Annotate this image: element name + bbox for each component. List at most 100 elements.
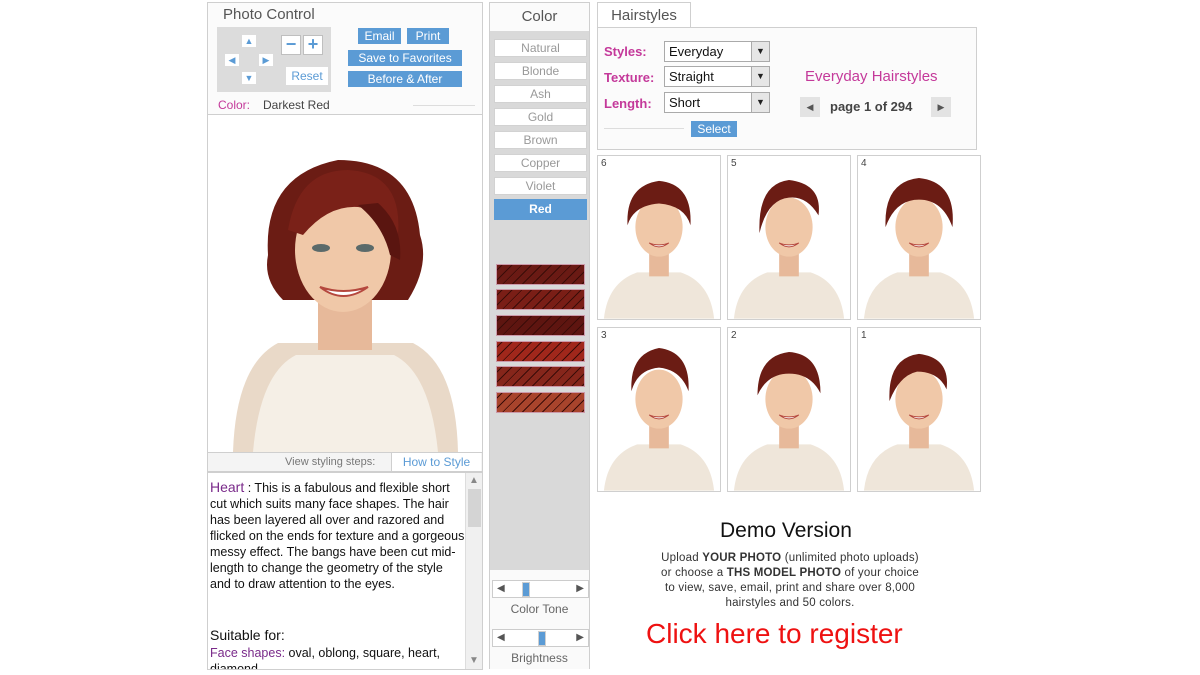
register-link[interactable]: Click here to register [646,618,903,650]
brightness-slider[interactable]: ◀ ▶ [492,629,589,647]
color-swatch[interactable] [496,264,585,285]
model-portrait-image [233,160,458,452]
scroll-down-icon[interactable]: ▼ [469,655,479,666]
color-option-natural[interactable]: Natural [494,39,587,57]
suitable-for-title: Suitable for: [210,627,285,643]
next-page-icon[interactable]: ▶ [931,97,951,117]
chevron-down-icon: ▼ [751,42,769,61]
styles-select-value: Everyday [669,44,724,59]
description-scrollbar[interactable]: ▲ ▼ [465,473,482,669]
hairstyle-thumbnail-image [733,179,845,319]
hairstyle-thumbnail[interactable]: 1 [857,327,981,492]
description-text: Heart : This is a fabulous and flexible … [210,479,465,592]
color-option-ash[interactable]: Ash [494,85,587,103]
color-swatch[interactable] [496,315,585,336]
color-swatch[interactable] [496,341,585,362]
color-tone-thumb[interactable] [521,582,530,597]
color-tone-label: Color Tone [510,602,569,616]
styling-steps-bar: View styling steps: How to Style [207,452,483,472]
demo-line1-post: (unlimited photo uploads) [781,552,919,564]
face-shapes-text: Face shapes: oval, oblong, square, heart… [210,645,465,669]
brightness-thumb[interactable] [537,631,546,646]
color-tone-slider[interactable]: ◀ ▶ [492,580,589,598]
photo-control-title: Photo Control [223,6,315,23]
divider [604,128,684,129]
hairstyle-thumbnail[interactable]: 4 [857,155,981,320]
hairstyle-thumbnail[interactable]: 5 [727,155,851,320]
main-model-photo[interactable] [207,115,483,452]
styles-select[interactable]: Everyday ▼ [664,41,770,62]
hairstyle-thumbnail-image [733,351,845,491]
demo-line2-pre: or choose a [661,567,727,579]
color-value: Darkest Red [263,98,330,112]
styling-steps-label: View styling steps: [285,456,376,468]
demo-line3: to view, save, email, print and share ov… [665,582,915,594]
demo-line1-pre: Upload [661,552,703,564]
color-option-blonde[interactable]: Blonde [494,62,587,80]
color-swatch[interactable] [496,289,585,310]
texture-label: Texture: [604,70,655,85]
face-shapes-label: Face shapes: [210,646,286,660]
before-after-button[interactable]: Before & After [348,71,462,87]
length-label: Length: [604,96,652,111]
previous-page-icon[interactable]: ◀ [800,97,820,117]
texture-select-value: Straight [669,69,714,84]
slider-left-icon[interactable]: ◀ [497,583,505,594]
hairstyles-filter-panel: Styles: Everyday ▼ Texture: Straight ▼ Len… [597,27,977,150]
length-select[interactable]: Short ▼ [664,92,770,113]
chevron-down-icon: ▼ [751,93,769,112]
slider-right-icon[interactable]: ▶ [576,583,584,594]
texture-select[interactable]: Straight ▼ [664,66,770,87]
style-description: Heart : This is a fabulous and flexible … [207,472,483,670]
hairstyle-thumbnail[interactable]: 6 [597,155,721,320]
color-panel-title: Color [490,3,589,31]
zoom-in-button[interactable]: + [303,35,323,55]
demo-line2-bold: THS MODEL PHOTO [726,567,842,579]
color-option-red[interactable]: Red [494,199,587,220]
brightness-label: Brightness [511,651,568,665]
hairstyle-thumbnail-image [863,353,975,491]
color-option-brown[interactable]: Brown [494,131,587,149]
demo-description: Upload YOUR PHOTO (unlimited photo uploa… [630,551,950,611]
slider-left-icon[interactable]: ◀ [497,632,505,643]
hairstyle-thumbnail-image [603,180,715,319]
scroll-up-icon[interactable]: ▲ [469,475,479,486]
divider [413,105,475,106]
zoom-out-button[interactable]: − [281,35,301,55]
photo-control-panel: Photo Control ▲ ◀ ▶ ▼ − + Reset Email Pr… [207,2,483,115]
move-right-arrow-icon[interactable]: ▶ [259,54,273,66]
color-swatch[interactable] [496,366,585,387]
hairstyles-heading: Everyday Hairstyles [805,68,938,85]
save-to-favorites-button[interactable]: Save to Favorites [348,50,462,66]
length-select-value: Short [669,95,701,110]
color-option-gold[interactable]: Gold [494,108,587,126]
reset-button[interactable]: Reset [286,67,328,85]
print-button[interactable]: Print [407,28,449,44]
demo-line4: hairstyles and 50 colors. [725,597,855,609]
scroll-thumb[interactable] [468,489,481,527]
hairstyle-thumbnail[interactable]: 3 [597,327,721,492]
color-label: Color: [218,98,251,112]
email-button[interactable]: Email [358,28,401,44]
styles-label: Styles: [604,44,647,59]
move-down-arrow-icon[interactable]: ▼ [242,72,256,84]
slider-right-icon[interactable]: ▶ [576,632,584,643]
demo-title: Demo Version [720,519,852,542]
how-to-style-button[interactable]: How to Style [391,453,481,471]
chevron-down-icon: ▼ [751,67,769,86]
page-indicator: page 1 of 294 [830,99,913,114]
demo-line2-post: of your choice [841,567,919,579]
color-option-copper[interactable]: Copper [494,154,587,172]
move-left-arrow-icon[interactable]: ◀ [225,54,239,66]
move-up-arrow-icon[interactable]: ▲ [242,35,256,47]
face-type-label: Heart [210,479,245,495]
color-option-violet[interactable]: Violet [494,177,587,195]
select-button[interactable]: Select [691,121,737,137]
tab-hairstyles[interactable]: Hairstyles [597,2,691,28]
description-body: : This is a fabulous and flexible short … [210,481,465,591]
hairstyle-thumbnail-image [863,177,975,319]
color-swatch[interactable] [496,392,585,413]
photo-dpad: ▲ ◀ ▶ ▼ − + Reset [217,27,331,92]
hairstyle-thumbnail[interactable]: 2 [727,327,851,492]
hairstyle-thumbnail-image [603,348,715,491]
